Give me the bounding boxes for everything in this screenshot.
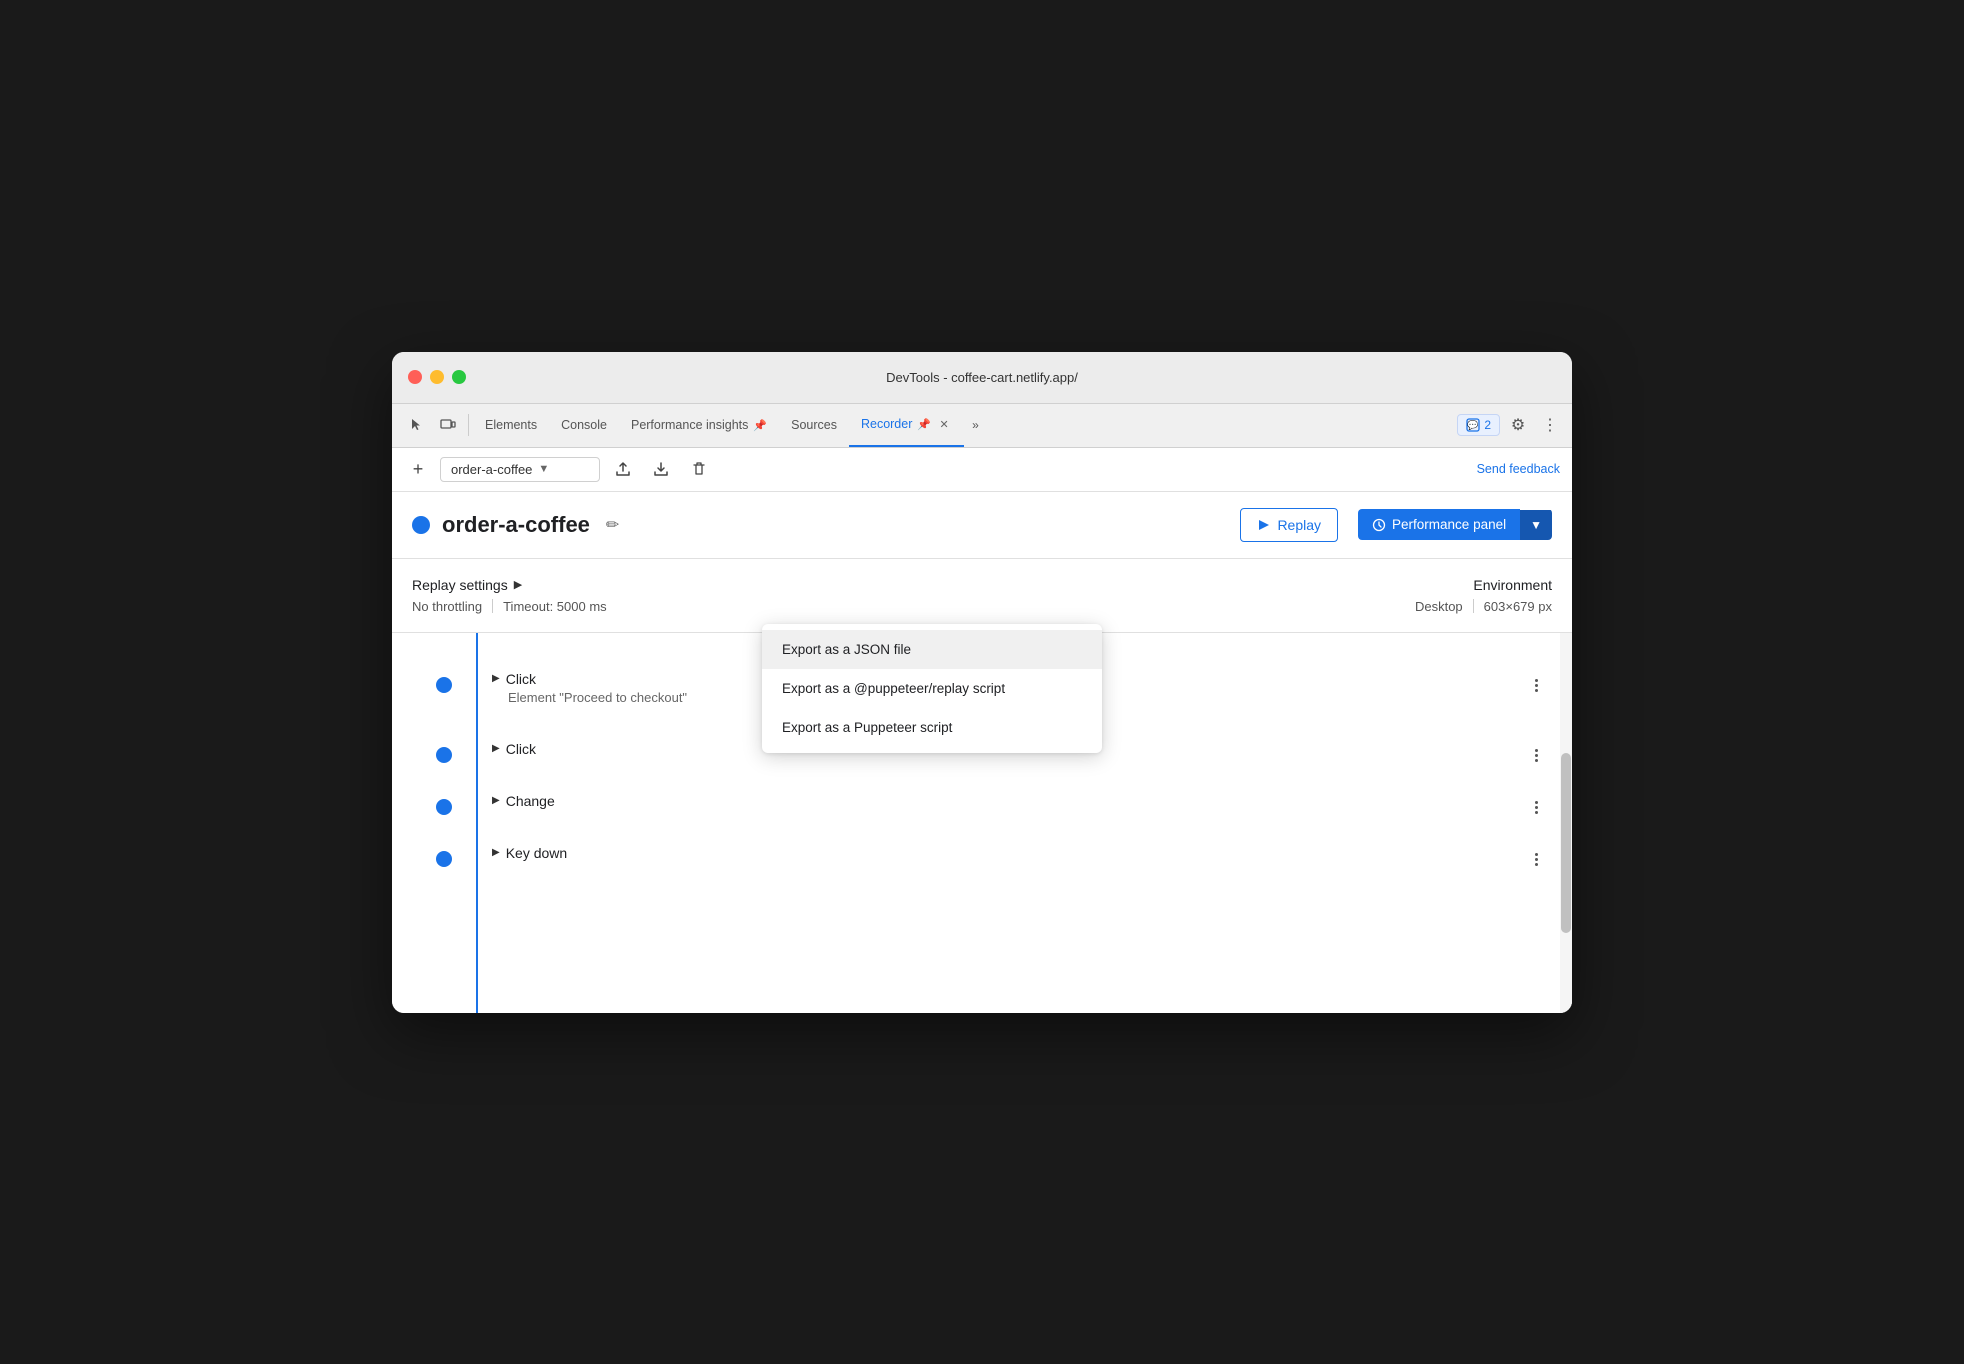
recording-status-dot — [412, 516, 430, 534]
settings-sub: No throttling Timeout: 5000 ms — [412, 599, 1415, 614]
performance-pin-icon: 📌 — [753, 419, 767, 432]
settings-row: Replay settings ▶ No throttling Timeout:… — [392, 559, 1572, 633]
timeline-action: ▶ Key down — [492, 845, 1542, 861]
tab-divider — [468, 414, 469, 436]
timeline-content: ▶ Change — [492, 793, 1542, 809]
more-options-icon[interactable]: ⋮ — [1536, 411, 1564, 439]
recording-selector-chevron: ▼ — [538, 463, 549, 475]
tab-overflow-button[interactable]: » — [964, 418, 987, 432]
replay-settings-arrow: ▶ — [514, 578, 522, 591]
devtools-tab-bar: Elements Console Performance insights 📌 … — [392, 404, 1572, 448]
replay-settings-label[interactable]: Replay settings ▶ — [412, 577, 1415, 593]
settings-sub-divider — [492, 599, 493, 613]
scrollbar[interactable] — [1560, 633, 1572, 1013]
recording-selector[interactable]: order-a-coffee ▼ — [440, 457, 600, 482]
expand-action-icon[interactable]: ▶ — [492, 673, 500, 684]
delete-recording-button[interactable] — [684, 454, 714, 484]
timeline-dot — [436, 799, 452, 815]
svg-text:💬: 💬 — [1468, 419, 1479, 430]
import-button[interactable] — [646, 454, 676, 484]
timeline-dot — [436, 747, 452, 763]
device-toolbar-icon[interactable] — [432, 409, 464, 441]
minimize-button[interactable] — [430, 370, 444, 384]
recorder-pin-icon: 📌 — [917, 418, 931, 431]
recorder-tab-close[interactable]: ✕ — [936, 416, 952, 432]
edit-recording-name-icon[interactable]: ✏ — [602, 511, 623, 539]
timeline-item: ▶ Change — [452, 775, 1572, 827]
recording-name-label: order-a-coffee — [442, 512, 590, 538]
window-title: DevTools - coffee-cart.netlify.app/ — [886, 370, 1078, 385]
settings-right: Environment Desktop 603×679 px — [1415, 577, 1552, 614]
timeline-dot — [436, 851, 452, 867]
expand-action-icon[interactable]: ▶ — [492, 743, 500, 754]
timeline-more-button[interactable] — [1531, 675, 1542, 696]
cursor-icon[interactable] — [400, 409, 432, 441]
recorder-toolbar: + order-a-coffee ▼ Send feedback — [392, 448, 1572, 492]
environment-label: Environment — [1415, 577, 1552, 593]
traffic-lights — [408, 370, 466, 384]
tab-performance-insights[interactable]: Performance insights 📌 — [619, 403, 779, 447]
timeline-content: ▶ Key down — [492, 845, 1542, 861]
maximize-button[interactable] — [452, 370, 466, 384]
tab-sources[interactable]: Sources — [779, 403, 849, 447]
export-puppeteer-script-item[interactable]: Export as a Puppeteer script — [762, 708, 1102, 747]
timeline-more-button[interactable] — [1531, 849, 1542, 870]
performance-panel-button: Performance panel ▼ — [1358, 509, 1552, 540]
recorder-main: order-a-coffee ✏ Replay Performance pane… — [392, 492, 1572, 1013]
recording-header: order-a-coffee ✏ Replay Performance pane… — [392, 492, 1572, 559]
timeline-more-button[interactable] — [1531, 745, 1542, 766]
environment-sub: Desktop 603×679 px — [1415, 599, 1552, 614]
tab-recorder[interactable]: Recorder 📌 ✕ — [849, 403, 964, 447]
expand-action-icon[interactable]: ▶ — [492, 847, 500, 858]
env-divider — [1473, 599, 1474, 613]
close-button[interactable] — [408, 370, 422, 384]
title-bar: DevTools - coffee-cart.netlify.app/ — [392, 352, 1572, 404]
timeline-action: ▶ Change — [492, 793, 1542, 809]
devtools-window: DevTools - coffee-cart.netlify.app/ Elem… — [392, 352, 1572, 1013]
expand-action-icon[interactable]: ▶ — [492, 795, 500, 806]
performance-panel-main[interactable]: Performance panel — [1358, 509, 1520, 540]
send-feedback-link[interactable]: Send feedback — [1477, 462, 1560, 476]
scrollbar-thumb[interactable] — [1561, 753, 1571, 933]
issues-badge-button[interactable]: 💬 2 — [1457, 414, 1500, 436]
performance-panel-dropdown[interactable]: ▼ — [1520, 510, 1552, 540]
settings-icon[interactable]: ⚙ — [1504, 411, 1532, 439]
export-puppeteer-replay-item[interactable]: Export as a @puppeteer/replay script — [762, 669, 1102, 708]
export-dropdown-menu: Export as a JSON file Export as a @puppe… — [762, 624, 1102, 753]
add-recording-button[interactable]: + — [404, 455, 432, 483]
tab-right-actions: 💬 2 ⚙ ⋮ — [1457, 411, 1564, 439]
timeline-more-button[interactable] — [1531, 797, 1542, 818]
replay-button[interactable]: Replay — [1240, 508, 1338, 542]
tab-elements[interactable]: Elements — [473, 403, 549, 447]
export-button[interactable] — [608, 454, 638, 484]
timeline-item: ▶ Key down — [452, 827, 1572, 879]
export-json-item[interactable]: Export as a JSON file — [762, 630, 1102, 669]
tab-console[interactable]: Console — [549, 403, 619, 447]
settings-left: Replay settings ▶ No throttling Timeout:… — [412, 577, 1415, 614]
timeline-dot — [436, 677, 452, 693]
